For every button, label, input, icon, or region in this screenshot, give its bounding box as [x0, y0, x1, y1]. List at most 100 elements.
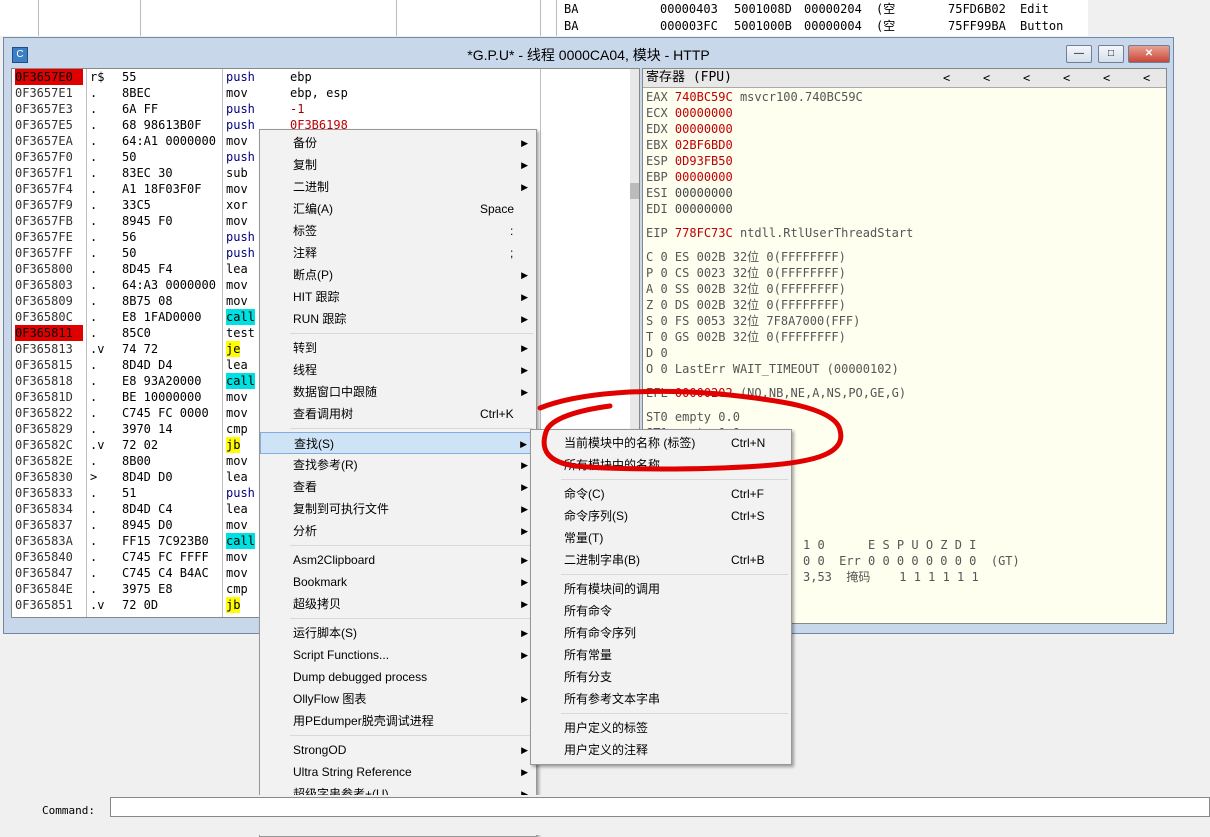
register-line[interactable]: ESP 0D93FB50 — [646, 153, 740, 169]
menu-item[interactable]: 备份 ▶ — [260, 132, 536, 154]
reg-scroll-arrow-icon[interactable]: < — [1023, 69, 1030, 87]
maximize-button[interactable]: □ — [1098, 45, 1124, 63]
find-submenu[interactable]: 当前模块中的名称 (标签) Ctrl+N 所有模块中的名称 命令(C) Ctrl+F 命令… — [530, 429, 792, 765]
close-button[interactable]: ✕ — [1128, 45, 1170, 63]
submenu-arrow-icon: ▶ — [521, 767, 528, 777]
menu-item[interactable]: Asm2Clipboard ▶ — [260, 549, 536, 571]
register-line[interactable]: EDX 00000000 — [646, 121, 740, 137]
menu-item[interactable]: Script Functions... ▶ — [260, 644, 536, 666]
menu-item[interactable]: 线程 ▶ — [260, 359, 536, 381]
register-line[interactable]: O 0 LastErr WAIT_TIMEOUT (00000102) — [646, 361, 899, 377]
menu-item[interactable]: 用户定义的注释 — [531, 739, 791, 761]
menu-item[interactable]: Bookmark ▶ — [260, 571, 536, 593]
flag-value: S 0 — [646, 314, 668, 328]
disasm-row[interactable]: 0F3657E0 r$ 55 push ebp — [12, 69, 639, 85]
scroll-thumb[interactable] — [630, 183, 639, 199]
menu-item[interactable]: 查找参考(R) ▶ — [260, 454, 536, 476]
menu-item[interactable]: HIT 跟踪 ▶ — [260, 286, 536, 308]
minimize-button[interactable]: — — [1066, 45, 1092, 63]
bg-cell: 5001008D — [734, 2, 792, 16]
disasm-marker: . — [90, 134, 98, 148]
submenu-arrow-icon: ▶ — [521, 555, 528, 565]
reg-scroll-arrow-icon[interactable]: < — [983, 69, 990, 87]
register-line[interactable]: ESI 00000000 — [646, 185, 740, 201]
register-line[interactable]: EBP 00000000 — [646, 169, 740, 185]
register-line[interactable]: EIP 778FC73C ntdll.RtlUserThreadStart — [646, 225, 913, 241]
register-line[interactable]: C 0 ES 002B 32位 0(FFFFFFFF) — [646, 249, 846, 265]
menu-item[interactable]: 断点(P) ▶ — [260, 264, 536, 286]
menu-item[interactable]: 运行脚本(S) ▶ — [260, 622, 536, 644]
register-line[interactable]: EFL 00000202 (NO,NB,NE,A,NS,PO,GE,G) — [646, 385, 906, 401]
menu-item[interactable]: 所有分支 — [531, 666, 791, 688]
register-line[interactable]: ECX 00000000 — [646, 105, 740, 121]
segment-info: LastErr WAIT_TIMEOUT (00000102) — [674, 362, 899, 376]
menu-item[interactable]: 查找(S) ▶ — [260, 432, 536, 454]
menu-shortcut: Ctrl+B — [731, 553, 765, 567]
context-menu[interactable]: 备份 ▶ 复制 ▶ 二进制 ▶ 汇编(A) Space 标签: 注释; 断点(P) ▶ HIT 跟踪 ▶ R… — [259, 129, 537, 837]
register-line[interactable]: A 0 SS 002B 32位 0(FFFFFFFF) — [646, 281, 846, 297]
menu-item[interactable]: 当前模块中的名称 (标签) Ctrl+N — [531, 432, 791, 454]
disasm-marker: . — [90, 198, 98, 212]
menu-item[interactable]: 超级拷贝 ▶ — [260, 593, 536, 615]
menu-item[interactable]: 所有命令序列 — [531, 622, 791, 644]
menu-item[interactable]: 所有模块中的名称 — [531, 454, 791, 476]
reg-scroll-arrow-icon[interactable]: < — [1103, 69, 1110, 87]
submenu-arrow-icon: ▶ — [521, 460, 528, 470]
menu-item-label: 所有分支 — [564, 670, 613, 684]
menu-item[interactable]: 转到 ▶ — [260, 337, 536, 359]
menu-item[interactable]: 所有参考文本字串 — [531, 688, 791, 710]
menu-item[interactable]: 二进制 ▶ — [260, 176, 536, 198]
disasm-row[interactable]: 0F3657E3. 6A FF push -1 — [12, 101, 639, 117]
menu-item[interactable]: 所有命令 — [531, 600, 791, 622]
register-line[interactable]: P 0 CS 0023 32位 0(FFFFFFFF) — [646, 265, 846, 281]
menu-item[interactable]: OllyFlow 图表 ▶ — [260, 688, 536, 710]
menu-item[interactable]: 二进制字串(B) Ctrl+B — [531, 549, 791, 571]
menu-item[interactable]: 常量(T) — [531, 527, 791, 549]
register-line[interactable]: ST0 empty 0.0 — [646, 409, 740, 425]
disasm-hex: 74 72 — [122, 342, 159, 356]
disasm-hex: C745 FC 0000 — [122, 406, 209, 420]
disasm-mnemonic: push — [226, 230, 255, 244]
register-line[interactable]: EDI 00000000 — [646, 201, 740, 217]
disasm-mnemonic: push — [226, 70, 255, 84]
menu-item[interactable]: 所有模块间的调用 — [531, 578, 791, 600]
register-header[interactable]: 寄存器 (FPU) < < < < < < — [643, 69, 1166, 88]
menu-item[interactable]: 复制到可执行文件 ▶ — [260, 498, 536, 520]
menu-item[interactable]: 标签: — [260, 220, 536, 242]
menu-item[interactable]: 复制 ▶ — [260, 154, 536, 176]
menu-item[interactable]: 分析 ▶ — [260, 520, 536, 542]
menu-item[interactable]: RUN 跟踪 ▶ — [260, 308, 536, 330]
menu-item[interactable]: 查看调用树 Ctrl+K — [260, 403, 536, 425]
menu-item[interactable]: 汇编(A) Space — [260, 198, 536, 220]
menu-item[interactable]: Dump debugged process — [260, 666, 536, 688]
disasm-marker: . — [90, 486, 98, 500]
menu-item[interactable]: 命令(C) Ctrl+F — [531, 483, 791, 505]
menu-item[interactable]: Ultra String Reference ▶ — [260, 761, 536, 783]
register-line[interactable]: S 0 FS 0053 32位 7F8A7000(FFF) — [646, 313, 860, 329]
menu-item[interactable]: 数据窗口中跟随 ▶ — [260, 381, 536, 403]
menu-item[interactable]: 用PEdumper脱壳调试进程 — [260, 710, 536, 732]
menu-item[interactable]: 所有常量 — [531, 644, 791, 666]
register-line[interactable]: EBX 02BF6BD0 — [646, 137, 740, 153]
register-line[interactable]: T 0 GS 002B 32位 0(FFFFFFFF) — [646, 329, 846, 345]
menu-item[interactable]: 注释; — [260, 242, 536, 264]
reg-scroll-arrow-icon[interactable]: < — [943, 69, 950, 87]
disasm-marker: .v — [90, 438, 105, 452]
command-input[interactable] — [110, 797, 1210, 817]
disasm-row[interactable]: 0F3657E1. 8BEC mov ebp, esp — [12, 85, 639, 101]
disasm-hex: 3975 E8 — [122, 582, 173, 596]
disasm-hex: BE 10000000 — [122, 390, 202, 404]
register-line[interactable]: D 0 — [646, 345, 675, 361]
register-line[interactable]: Z 0 DS 002B 32位 0(FFFFFFFF) — [646, 297, 846, 313]
menu-item-label: 复制 — [293, 158, 318, 172]
menu-item[interactable]: 用户定义的标签 — [531, 717, 791, 739]
title-bar[interactable]: C *G.P.U* - 线程 0000CA04, 模块 - HTTP — □ ✕ — [4, 38, 1173, 68]
menu-item[interactable]: StrongOD ▶ — [260, 739, 536, 761]
reg-scroll-arrow-icon[interactable]: < — [1063, 69, 1070, 87]
menu-item[interactable]: 命令序列(S) Ctrl+S — [531, 505, 791, 527]
menu-separator — [290, 333, 533, 334]
reg-scroll-arrow-icon[interactable]: < — [1143, 69, 1150, 87]
menu-item[interactable]: 查看 ▶ — [260, 476, 536, 498]
disasm-address: 0F365818 — [15, 374, 73, 388]
register-line[interactable]: EAX 740BC59C msvcr100.740BC59C — [646, 89, 863, 105]
